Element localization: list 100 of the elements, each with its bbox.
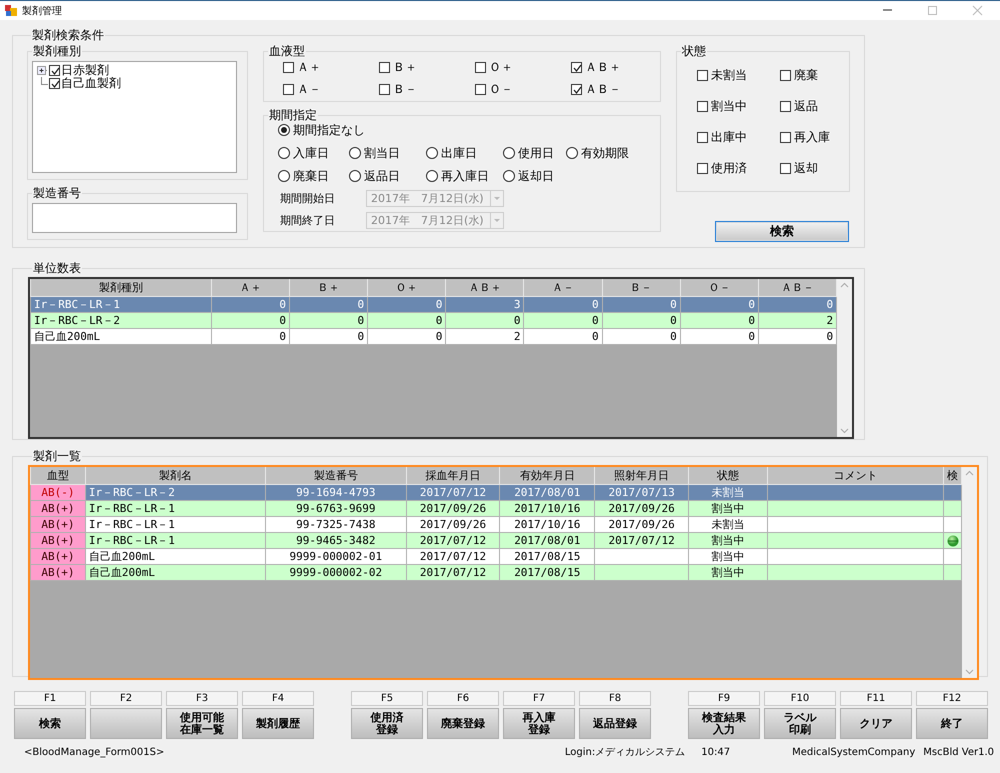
checkbox-label: ＡＢ－ — [585, 82, 621, 96]
table-cell: Ir－RBC－LR－1 — [85, 516, 266, 532]
radio-label: 廃棄日 — [293, 169, 329, 183]
table-cell: 0 — [602, 296, 680, 312]
radio-button[interactable] — [503, 170, 515, 182]
radio-button[interactable] — [278, 170, 290, 182]
table-row[interactable]: AB(+) Ir－RBC－LR－1 99-9465-3482 2017/07/12 2017/08/01 2017/07/12 割当中 — [30, 532, 962, 548]
column-header[interactable]: 製剤名 — [85, 467, 266, 484]
radio-label: 有効期限 — [581, 146, 629, 160]
column-header[interactable]: 照射年月日 — [594, 467, 688, 484]
checkbox[interactable] — [49, 65, 60, 76]
table-row[interactable]: AB(+) 自己血200mL 9999-000002-02 2017/07/12 2017/08/15 割当中 — [30, 564, 962, 580]
field-label: 期間開始日 — [279, 190, 336, 206]
table-row[interactable]: AB(+) Ir－RBC－LR－1 99-6763-9699 2017/09/26 2017/10/16 2017/09/26 割当中 — [30, 500, 962, 516]
checkbox[interactable] — [697, 132, 708, 142]
checkbox[interactable] — [697, 100, 708, 112]
checkbox[interactable] — [780, 70, 791, 80]
checkbox[interactable] — [379, 84, 390, 94]
table-cell: 2017/10/16 — [500, 500, 595, 516]
column-header[interactable]: コメント — [767, 467, 944, 484]
table-cell: 2017/08/15 — [500, 548, 595, 564]
checkbox[interactable] — [571, 84, 582, 94]
search-button[interactable]: 検索 — [715, 221, 849, 242]
column-header[interactable]: Ｏ－ — [680, 279, 758, 296]
date-value: 2017年 7月12日(水) — [371, 190, 484, 206]
checkbox[interactable] — [49, 78, 60, 89]
radio-button[interactable] — [503, 147, 515, 159]
function-key-label: F9 — [688, 691, 760, 706]
checkbox-label: 出庫中 — [711, 130, 747, 144]
function-key-label: F10 — [764, 691, 836, 706]
checkbox[interactable] — [780, 132, 791, 142]
table-cell: 割当中 — [688, 500, 768, 516]
table-cell: 2 — [446, 328, 524, 344]
table-cell: 0 — [211, 312, 290, 328]
table-row[interactable]: AB(+) 自己血200mL 9999-000002-01 2017/07/12 2017/08/15 割当中 — [30, 548, 962, 564]
column-header[interactable]: Ａ＋ — [211, 279, 290, 296]
radio-label: 入庫日 — [293, 146, 329, 160]
radio-button[interactable] — [426, 170, 438, 182]
function-key-button[interactable]: 終了 — [916, 708, 988, 739]
column-header[interactable]: 検 — [944, 467, 962, 484]
column-header[interactable]: Ｏ＋ — [368, 279, 446, 296]
radio-button[interactable] — [566, 147, 578, 159]
function-key-button[interactable]: クリア — [840, 708, 912, 739]
table-cell: 0 — [211, 296, 290, 312]
column-header[interactable]: 製剤種別 — [30, 279, 212, 296]
column-header[interactable]: 製造番号 — [266, 467, 406, 484]
function-key-button[interactable]: 製剤履歴 — [242, 708, 314, 739]
radio-button[interactable] — [426, 147, 438, 159]
checkbox-label: 使用済 — [711, 161, 747, 175]
function-key-button[interactable]: 使用可能 在庫一覧 — [166, 708, 238, 739]
checkbox[interactable] — [697, 70, 708, 80]
column-header[interactable]: 血型 — [30, 467, 86, 484]
radio-button[interactable] — [349, 170, 361, 182]
table-cell: 99-9465-3482 — [266, 532, 406, 548]
radio-button[interactable] — [278, 124, 290, 136]
tree-item[interactable]: 自己血製剤 — [61, 75, 121, 92]
function-key-button[interactable]: 廃棄登録 — [427, 708, 499, 739]
table-cell: 0 — [211, 328, 290, 344]
column-header[interactable]: Ｂ＋ — [290, 279, 368, 296]
function-key-button[interactable]: 検査結果 入力 — [688, 708, 760, 739]
checkbox[interactable] — [780, 100, 791, 112]
radio-button[interactable] — [349, 147, 361, 159]
function-key-button[interactable]: 返品登録 — [579, 708, 651, 739]
checkbox[interactable] — [780, 162, 791, 174]
checkbox[interactable] — [379, 62, 390, 72]
checkbox[interactable] — [475, 62, 486, 72]
checkbox[interactable] — [571, 62, 582, 72]
checkbox[interactable] — [475, 84, 486, 94]
function-key-button[interactable]: ラベル 印刷 — [764, 708, 836, 739]
table-cell: 2017/08/01 — [500, 484, 595, 500]
column-header[interactable]: 採血年月日 — [406, 467, 500, 484]
column-header[interactable]: Ｂ－ — [602, 279, 680, 296]
table-row[interactable]: Ir－RBC－LR－1 0 0 0 3 0 0 0 0 — [30, 296, 837, 312]
expand-icon[interactable] — [37, 64, 48, 77]
function-key-button[interactable]: 再入庫 登録 — [503, 708, 575, 739]
tree-view[interactable]: 日赤製剤 自己血製剤 — [32, 61, 237, 173]
checkbox[interactable] — [283, 84, 294, 94]
function-key-button[interactable]: 使用済 登録 — [351, 708, 423, 739]
function-key-button[interactable]: 検索 — [14, 708, 86, 739]
table-row[interactable]: 自己血200mL 0 0 0 2 0 0 0 0 — [30, 328, 837, 344]
table-row[interactable]: AB(-) Ir－RBC－LR－2 99-1694-4793 2017/07/12 2017/08/01 2017/07/13 未割当 — [30, 484, 962, 500]
checkbox[interactable] — [283, 62, 294, 72]
function-key-label: F1 — [14, 691, 86, 706]
radio-label: 再入庫日 — [441, 169, 489, 183]
table-cell: 99-1694-4793 — [266, 484, 406, 500]
table-cell: 0 — [680, 296, 758, 312]
panel-title: 製剤検索条件 — [31, 28, 105, 42]
table-row[interactable]: Ir－RBC－LR－2 0 0 0 0 0 0 0 2 — [30, 312, 837, 328]
column-header[interactable]: ＡＢ－ — [758, 279, 837, 296]
column-header[interactable]: 状態 — [688, 467, 768, 484]
column-header[interactable]: 有効年月日 — [500, 467, 595, 484]
checkbox[interactable] — [697, 162, 708, 174]
column-header[interactable]: Ａ－ — [524, 279, 602, 296]
table-cell: 2 — [758, 312, 837, 328]
table-cell: 2017/09/26 — [594, 516, 688, 532]
table-cell: Ir－RBC－LR－1 — [85, 500, 266, 516]
table-row[interactable]: AB(+) Ir－RBC－LR－1 99-7325-7438 2017/09/26 2017/10/16 2017/09/26 未割当 — [30, 516, 962, 532]
radio-button[interactable] — [278, 147, 290, 159]
column-header[interactable]: ＡＢ＋ — [446, 279, 524, 296]
serial-number-field[interactable] — [32, 203, 237, 233]
